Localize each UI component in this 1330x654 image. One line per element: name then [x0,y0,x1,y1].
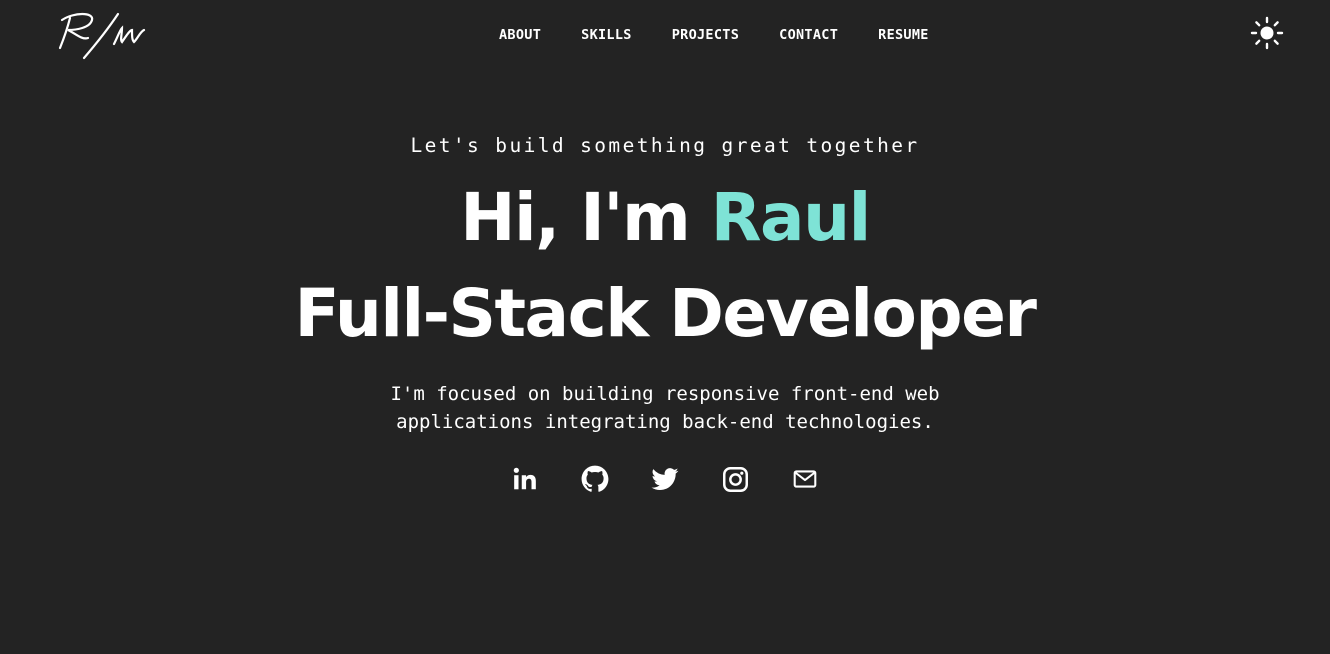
github-icon [581,465,609,492]
mail-icon [793,470,817,488]
hero-description: I'm focused on building responsive front… [390,383,940,433]
twitter-icon [651,468,679,491]
mail-link[interactable] [787,461,823,497]
nav-links: ABOUT SKILLS PROJECTS CONTACT RESUME [479,26,949,44]
nav-link-projects[interactable]: PROJECTS [652,26,759,44]
sun-icon[interactable] [1250,16,1284,50]
twitter-link[interactable] [647,461,683,497]
github-link[interactable] [577,461,613,497]
nav-link-skills[interactable]: SKILLS [561,26,652,44]
linkedin-icon [513,467,536,490]
nav-link-resume[interactable]: RESUME [858,26,949,44]
hero-greeting: Hi, I'm [460,179,690,256]
top-navbar: ABOUT SKILLS PROJECTS CONTACT RESUME [0,0,1330,70]
linkedin-link[interactable] [507,461,543,497]
nav-link-about[interactable]: ABOUT [479,26,561,44]
instagram-icon [722,466,748,492]
hero-tagline: Let's build something great together [410,134,920,157]
logo-icon[interactable] [56,8,148,62]
instagram-link[interactable] [717,461,753,497]
nav-link-contact[interactable]: CONTACT [759,26,858,44]
hero-greeting-line: Hi, I'm Raul [0,170,1330,266]
hero-role: Full-Stack Developer [294,275,1037,352]
hero-section: Let's build something great together Hi,… [0,126,1330,436]
social-links [0,461,1330,497]
hero-name: Raul [710,179,871,256]
